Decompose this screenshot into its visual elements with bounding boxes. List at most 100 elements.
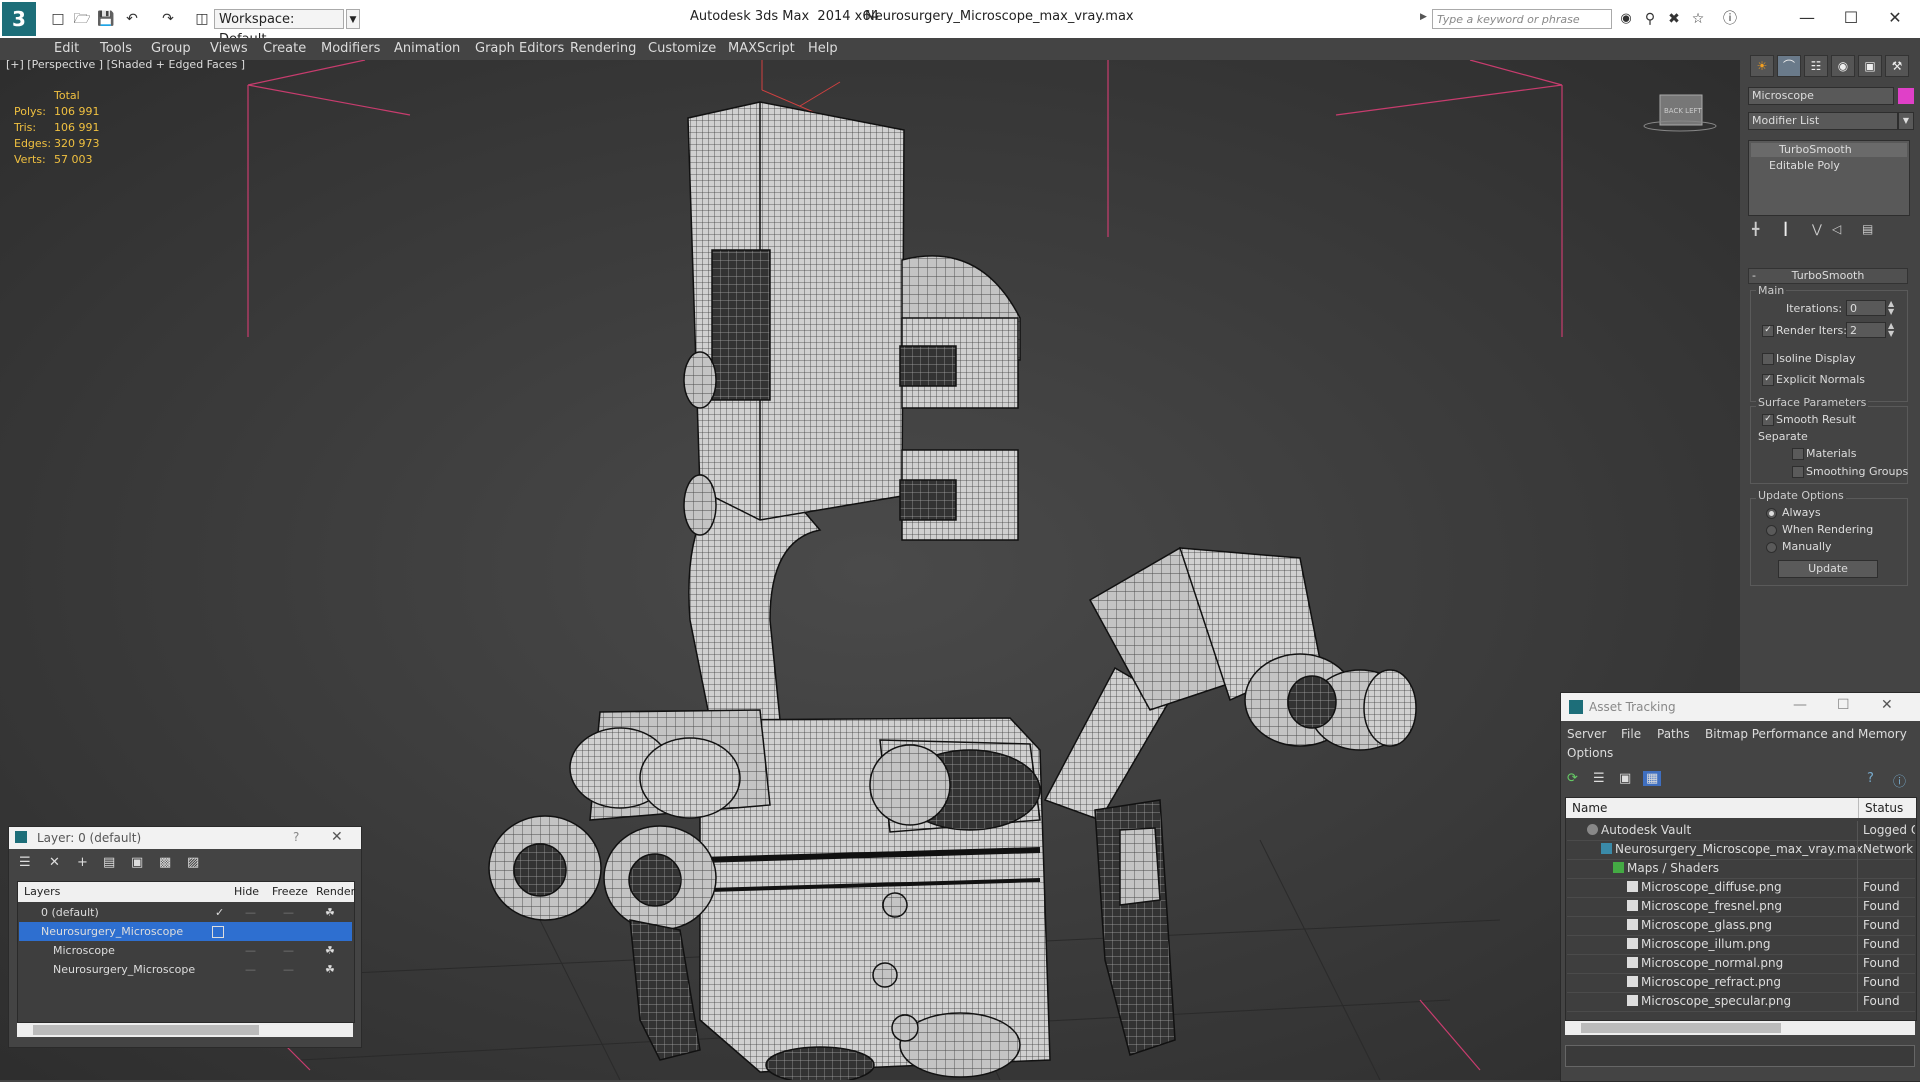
minimize-button[interactable]: —	[1792, 6, 1822, 30]
asset-row-normal[interactable]: Microscope_normal.png Found	[1567, 954, 1915, 974]
hierarchy-tab-icon[interactable]: ☷	[1804, 55, 1828, 77]
asset-row-glass[interactable]: Microscope_glass.png Found	[1567, 916, 1915, 936]
make-unique-icon[interactable]: ⋁	[1812, 222, 1822, 236]
asset-path-field[interactable]	[1565, 1045, 1915, 1067]
asset-row-vault[interactable]: Autodesk Vault Logged O	[1567, 821, 1915, 841]
menu-views[interactable]: Views	[210, 41, 248, 56]
open-file-icon[interactable]: 🗁	[72, 9, 92, 29]
asset-row-specular[interactable]: Microscope_specular.png Found	[1567, 992, 1915, 1012]
modify-tab-icon[interactable]: ⌒	[1777, 55, 1801, 77]
always-radio[interactable]	[1766, 508, 1777, 519]
render-iters-spinner[interactable]: 2	[1846, 322, 1886, 338]
asset-row-diffuse[interactable]: Microscope_diffuse.png Found	[1567, 878, 1915, 898]
binoculars-icon[interactable]: ◉	[1616, 9, 1636, 29]
redo-icon[interactable]: ↷	[158, 9, 178, 29]
add-layer-icon[interactable]: +	[77, 855, 88, 870]
remove-modifier-icon[interactable]: ◁	[1832, 222, 1841, 236]
iterations-spinner[interactable]: 0	[1846, 300, 1886, 316]
show-end-result-icon[interactable]: ┃	[1782, 222, 1789, 236]
pin-stack-icon[interactable]: ╋	[1752, 222, 1759, 236]
asset-scroll-thumb[interactable]	[1581, 1023, 1781, 1033]
modifier-list-dropdown[interactable]: Modifier List	[1748, 112, 1898, 130]
undo-icon[interactable]: ↶	[122, 9, 142, 29]
search-input[interactable]: Type a keyword or phrase	[1432, 9, 1612, 29]
chevron-down-icon[interactable]: ▼	[1898, 112, 1914, 130]
help-icon[interactable]: ⓘ	[1720, 9, 1740, 29]
search-expand-icon[interactable]: ▶	[1420, 12, 1427, 22]
workspace-dropdown[interactable]: Workspace: Default	[214, 9, 344, 47]
refresh-icon[interactable]: ⟳	[1567, 771, 1578, 786]
asset-row-maps-shaders[interactable]: Maps / Shaders	[1567, 859, 1915, 879]
thumbnail-view-icon[interactable]: ▣	[1619, 771, 1631, 786]
save-file-icon[interactable]: 💾	[96, 9, 116, 29]
asset-menu-bitmap[interactable]: Bitmap Performance and Memory	[1705, 727, 1907, 741]
close-button[interactable]: ✕	[1880, 6, 1910, 30]
smooth-result-checkbox[interactable]: ✓	[1762, 414, 1774, 426]
list-view-icon[interactable]: ☰	[1593, 771, 1605, 786]
motion-tab-icon[interactable]: ◉	[1831, 55, 1855, 77]
menu-maxscript[interactable]: MAXScript	[728, 41, 795, 56]
menu-graph-editors[interactable]: Graph Editors	[475, 41, 564, 56]
configure-sets-icon[interactable]: ▤	[1862, 222, 1873, 236]
table-view-icon[interactable]: ▦	[1643, 771, 1662, 786]
layer-window-titlebar[interactable]: Layer: 0 (default) ? ✕	[9, 827, 361, 849]
menu-customize[interactable]: Customize	[648, 41, 716, 56]
communication-icon[interactable]: ✖	[1664, 9, 1684, 29]
asset-row-max-file[interactable]: Neurosurgery_Microscope_max_vray.max Netw…	[1567, 840, 1915, 860]
asset-help-icon[interactable]: ?	[1867, 771, 1874, 786]
chevron-down-icon[interactable]: ▼	[346, 9, 360, 29]
menu-create[interactable]: Create	[263, 41, 306, 56]
new-file-icon[interactable]: □	[48, 9, 68, 29]
freeze-all-icon[interactable]: ▨	[187, 855, 199, 870]
menu-edit[interactable]: Edit	[54, 41, 79, 56]
highlight-layer-icon[interactable]: ▣	[131, 855, 143, 870]
delete-layer-icon[interactable]: ✕	[49, 855, 60, 870]
layer-scroll-thumb[interactable]	[33, 1025, 259, 1035]
menu-rendering[interactable]: Rendering	[570, 41, 636, 56]
create-tab-icon[interactable]: ☀	[1750, 55, 1774, 77]
layer-help-button[interactable]: ?	[293, 830, 299, 844]
viewport-label[interactable]: [+] [Perspective ] [Shaded + Edged Faces…	[6, 58, 245, 71]
render-iters-spinner-arrows[interactable]: ▲ ▼	[1888, 322, 1894, 338]
stack-item-editable-poly[interactable]: Editable Poly	[1751, 159, 1907, 173]
hide-all-icon[interactable]: ▩	[159, 855, 171, 870]
layer-manager-icon[interactable]: ☰	[19, 855, 31, 870]
menu-tools[interactable]: Tools	[100, 41, 132, 56]
app-menu-button[interactable]: 3	[2, 2, 36, 36]
when-rendering-radio[interactable]	[1766, 525, 1777, 536]
layer-close-button[interactable]: ✕	[331, 829, 343, 845]
menu-group[interactable]: Group	[151, 41, 191, 56]
utilities-tab-icon[interactable]: ⚒	[1885, 55, 1909, 77]
favorites-icon[interactable]: ☆	[1688, 9, 1708, 29]
project-folder-icon[interactable]: ◫	[192, 9, 212, 29]
update-button[interactable]: Update	[1778, 560, 1878, 578]
display-tab-icon[interactable]: ▣	[1858, 55, 1882, 77]
layer-object-microscope[interactable]: Microscope — — ☘	[19, 941, 352, 960]
asset-row-fresnel[interactable]: Microscope_fresnel.png Found	[1567, 897, 1915, 917]
asset-help-context-icon[interactable]: ⓘ	[1893, 771, 1906, 790]
select-layer-icon[interactable]: ▤	[103, 855, 115, 870]
asset-menu-file[interactable]: File	[1621, 727, 1641, 741]
maximize-button[interactable]: ☐	[1836, 6, 1866, 30]
asset-menu-server[interactable]: Server	[1567, 727, 1606, 741]
menu-modifiers[interactable]: Modifiers	[321, 41, 380, 56]
asset-minimize-button[interactable]: —	[1793, 697, 1807, 713]
layer-row-neurosurgery[interactable]: Neurosurgery_Microscope	[19, 922, 352, 941]
asset-window-titlebar[interactable]: Asset Tracking — ☐ ✕	[1561, 693, 1920, 721]
iterations-spinner-arrows[interactable]: ▲ ▼	[1888, 300, 1894, 316]
layer-horizontal-scrollbar[interactable]	[17, 1023, 353, 1037]
render-iters-checkbox[interactable]: ✓	[1762, 325, 1774, 337]
turbosmooth-rollout-header[interactable]: - TurboSmooth	[1748, 268, 1908, 284]
menu-help[interactable]: Help	[808, 41, 838, 56]
stack-item-turbosmooth[interactable]: TurboSmooth	[1751, 143, 1907, 157]
object-name-field[interactable]: Microscope	[1748, 87, 1894, 105]
layer-row-default[interactable]: 0 (default) ✓ — — ☘	[19, 903, 352, 922]
asset-row-illum[interactable]: Microscope_illum.png Found	[1567, 935, 1915, 955]
asset-horizontal-scrollbar[interactable]	[1565, 1021, 1915, 1035]
isoline-display-checkbox[interactable]	[1762, 353, 1774, 365]
asset-menu-options[interactable]: Options	[1567, 746, 1613, 760]
subscription-icon[interactable]: ⚲	[1640, 9, 1660, 29]
materials-checkbox[interactable]	[1792, 448, 1804, 460]
asset-row-refract[interactable]: Microscope_refract.png Found	[1567, 973, 1915, 993]
layer-object-neurosurgery[interactable]: Neurosurgery_Microscope — — ☘	[19, 960, 352, 979]
